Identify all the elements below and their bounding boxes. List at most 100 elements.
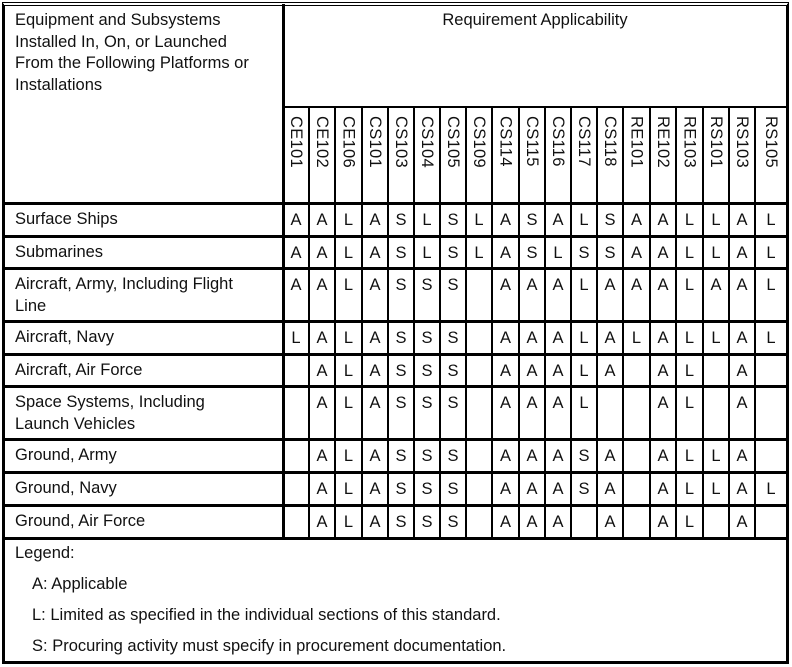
table-cell: L: [579, 211, 589, 229]
row-label-line: Aircraft, Navy: [15, 328, 115, 346]
table-cell: S: [421, 480, 433, 498]
row-label: Aircraft, Army, Including Flight Line: [15, 274, 281, 317]
table-cell: L: [684, 394, 695, 412]
row-label-line: Ground, Army: [15, 446, 117, 464]
table-cell: A: [736, 276, 748, 294]
legend-item-specify: S: Procuring activity must specify in pr…: [32, 637, 506, 656]
row-label: Submarines: [15, 242, 281, 264]
table-cell: A: [316, 329, 328, 347]
row-divider: [4, 504, 787, 507]
table-cell: L: [343, 276, 354, 294]
table-cell: S: [578, 480, 590, 498]
table-cell: A: [290, 244, 302, 262]
row-label-line: Aircraft, Army, Including Flight: [15, 275, 233, 293]
table-cell: L: [684, 276, 695, 294]
table-cell: L: [684, 329, 695, 347]
table-cell: A: [736, 394, 748, 412]
table-cell: S: [447, 447, 459, 465]
table-cell: S: [395, 211, 407, 229]
table-cell: A: [552, 276, 564, 294]
column-header-label: CS116: [549, 116, 567, 167]
column-header: CS115: [519, 108, 545, 203]
row-divider: [4, 353, 787, 356]
column-header-label: CS118: [601, 116, 619, 167]
table-cell: A: [316, 244, 328, 262]
table-cell: A: [526, 329, 538, 347]
table-body-bottom: [4, 537, 787, 540]
row-label-line: Ground, Air Force: [15, 512, 146, 530]
row-label-line: Submarines: [15, 243, 104, 261]
table-cell: L: [684, 211, 695, 229]
table-cell: S: [421, 329, 433, 347]
column-header-label: CS101: [366, 116, 384, 168]
table-cell: S: [447, 362, 459, 380]
row-label-line: Aircraft, Air Force: [15, 361, 143, 379]
column-header: RE103: [676, 108, 703, 203]
table-cell: A: [657, 244, 669, 262]
table-cell: S: [447, 394, 459, 412]
table-cell: S: [395, 244, 407, 262]
table-cell: A: [499, 211, 511, 229]
column-header-label: CS103: [392, 116, 410, 168]
table-cell: A: [499, 244, 511, 262]
table-cell: A: [552, 447, 564, 465]
row-divider: [4, 471, 787, 474]
table-cell: S: [395, 447, 407, 465]
table-cell: L: [343, 362, 354, 380]
table-cell: L: [711, 244, 721, 262]
column-header-label: CE106: [339, 116, 358, 168]
table-cell: L: [579, 329, 589, 347]
table-cell: A: [657, 513, 669, 531]
row-label-line: Launch Vehicles: [15, 414, 136, 433]
table-cell: A: [604, 362, 616, 380]
column-header-label: RE102: [654, 116, 672, 168]
table-cell: A: [316, 394, 328, 412]
column-header: CS101: [362, 108, 388, 203]
table-cell: L: [766, 329, 776, 347]
table-cell: A: [657, 480, 669, 498]
legend-code: S:: [32, 637, 48, 655]
row-label: Ground, Navy: [15, 478, 281, 500]
table-cell: L: [343, 480, 354, 498]
table-cell: A: [710, 276, 722, 294]
table-cell: A: [316, 447, 328, 465]
table-cell: L: [579, 394, 589, 412]
table-cell: L: [684, 447, 695, 465]
column-header: RS101: [703, 108, 729, 203]
table-cell: L: [343, 329, 354, 347]
table-cell: L: [343, 447, 354, 465]
row-label-line: Line: [15, 296, 47, 315]
column-header-label: CS105: [444, 116, 462, 168]
table-cell: A: [604, 329, 616, 347]
table-cell: A: [369, 276, 381, 294]
row-header-line: Equipment and Subsystems: [15, 11, 221, 29]
table-cell: S: [447, 329, 459, 347]
table-cell: A: [630, 276, 642, 294]
column-divider: [282, 4, 285, 538]
table-cell: L: [766, 211, 776, 229]
table-cell: L: [684, 244, 695, 262]
column-header-label: CS115: [523, 116, 541, 167]
table-cell: L: [766, 480, 776, 498]
table-cell: L: [291, 329, 301, 347]
table-cell: A: [736, 513, 748, 531]
row-label: Ground, Air Force: [15, 511, 281, 533]
column-header: CE101: [283, 108, 309, 203]
row-divider: [4, 438, 787, 441]
table-cell: S: [395, 362, 407, 380]
legend-title: Legend:: [15, 544, 75, 562]
column-header-label: RE103: [680, 116, 699, 168]
row-label: Aircraft, Air Force: [15, 360, 281, 382]
table-cell: A: [499, 447, 511, 465]
column-header-label: RS105: [762, 116, 780, 168]
column-header: CS105: [440, 108, 466, 203]
table-cell: A: [499, 362, 511, 380]
table-cell: S: [395, 276, 407, 294]
table-cell: A: [552, 362, 564, 380]
column-header-label: CS117: [575, 116, 593, 167]
table-cell: A: [604, 447, 616, 465]
column-header-label: RS101: [707, 116, 725, 168]
table-cell: A: [736, 362, 748, 380]
table-cell: L: [343, 211, 354, 229]
table-cell: A: [552, 513, 564, 531]
